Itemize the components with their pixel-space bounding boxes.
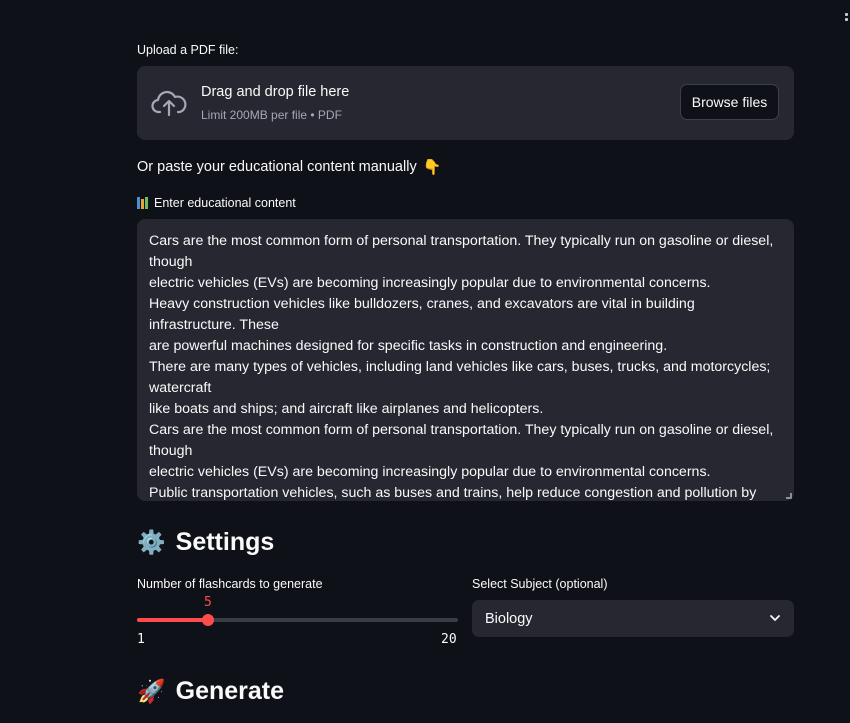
resize-handle-icon[interactable] — [786, 493, 792, 499]
file-dropzone[interactable]: Drag and drop file here Limit 200MB per … — [137, 66, 794, 140]
menu-dots-icon[interactable] — [845, 13, 850, 25]
slider-min-label: 1 — [137, 632, 145, 647]
paste-prompt-text: Or paste your educational content manual… — [137, 159, 417, 175]
pointing-down-icon: 👇 — [422, 159, 442, 176]
slider-current-value: 5 — [204, 595, 212, 610]
subject-selected-value: Biology — [485, 610, 533, 627]
dropzone-limit: Limit 200MB per file • PDF — [201, 108, 342, 122]
slider-thumb[interactable] — [202, 614, 215, 626]
chevron-down-icon — [770, 615, 780, 621]
flashcard-count-label: Number of flashcards to generate — [137, 577, 323, 591]
generate-heading: 🚀 Generate — [137, 677, 284, 706]
content-textarea[interactable]: Cars are the most common form of persona… — [137, 219, 794, 501]
content-text[interactable]: Cars are the most common form of persona… — [149, 231, 782, 501]
content-label-text: Enter educational content — [154, 196, 296, 210]
settings-heading: ⚙️ Settings — [137, 528, 274, 557]
books-icon — [137, 197, 148, 209]
gear-icon: ⚙️ — [137, 529, 166, 555]
slider-max-label: 20 — [441, 632, 457, 647]
upload-label: Upload a PDF file: — [137, 43, 239, 57]
settings-heading-text: Settings — [175, 528, 275, 556]
slider-fill — [137, 618, 209, 622]
rocket-icon: 🚀 — [137, 678, 166, 704]
cloud-upload-icon — [151, 90, 187, 117]
browse-files-button[interactable]: Browse files — [680, 84, 779, 120]
subject-select[interactable]: Biology — [472, 600, 794, 637]
paste-prompt: Or paste your educational content manual… — [137, 158, 441, 176]
subject-select-label: Select Subject (optional) — [472, 577, 608, 591]
content-label: Enter educational content — [137, 196, 296, 210]
generate-heading-text: Generate — [175, 677, 285, 705]
dropzone-title: Drag and drop file here — [201, 84, 350, 100]
